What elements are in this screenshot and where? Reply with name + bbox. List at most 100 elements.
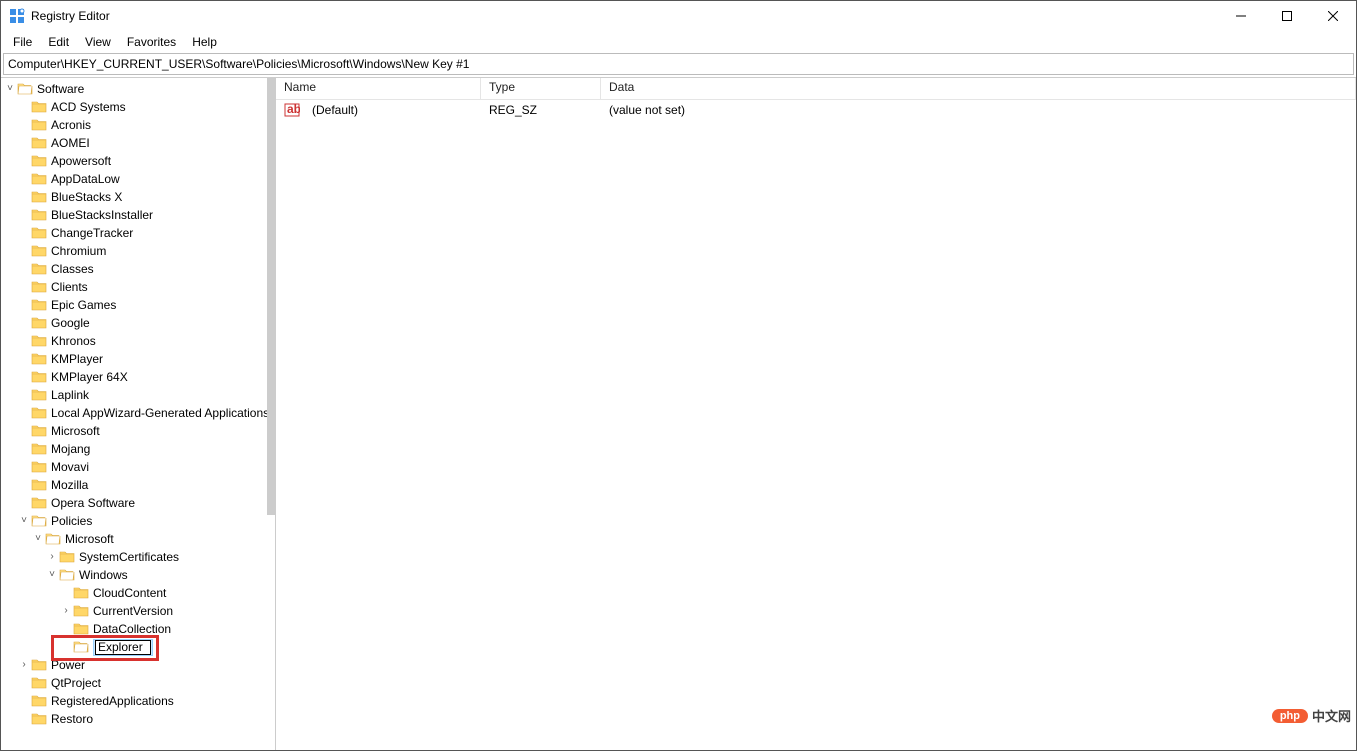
maximize-button[interactable] [1264,1,1310,31]
watermark-text: 中文网 [1312,706,1351,725]
tree-node[interactable]: Acronis [1,116,275,134]
tree-node[interactable]: QtProject [1,674,275,692]
menu-file[interactable]: File [5,33,40,51]
folder-open-icon [45,532,61,546]
tree-label: Restoro [51,712,93,726]
tree-node[interactable]: CloudContent [1,584,275,602]
menu-edit[interactable]: Edit [40,33,77,51]
tree-node[interactable]: AppDataLow [1,170,275,188]
tree-node[interactable]: Khronos [1,332,275,350]
tree-node[interactable]: Restoro [1,710,275,728]
tree-node[interactable]: Movavi [1,458,275,476]
address-bar[interactable]: Computer\HKEY_CURRENT_USER\Software\Poli… [3,53,1354,75]
tree-pane[interactable]: ˅ Software ACD Systems Acronis AOMEI Apo… [1,78,276,750]
tree-node-renaming[interactable] [1,638,275,656]
tree-label: AppDataLow [51,172,120,186]
tree-node[interactable]: Microsoft [1,422,275,440]
tree-label: Software [37,82,84,96]
chevron-right-icon[interactable]: › [45,552,59,562]
tree-node[interactable]: Google [1,314,275,332]
tree-node[interactable]: › SystemCertificates [1,548,275,566]
tree-label: Khronos [51,334,96,348]
tree-label: Clients [51,280,88,294]
titlebar[interactable]: Registry Editor [1,1,1356,31]
col-type[interactable]: Type [481,78,601,99]
tree-node[interactable]: AOMEI [1,134,275,152]
folder-icon [31,694,47,708]
tree-node[interactable]: Chromium [1,242,275,260]
rename-input[interactable] [95,640,151,655]
tree-node[interactable]: ˅ Policies [1,512,275,530]
tree-label: RegisteredApplications [51,694,174,708]
tree-node[interactable]: BlueStacks X [1,188,275,206]
tree-node[interactable]: Apowersoft [1,152,275,170]
app-icon [9,8,25,24]
list-row[interactable]: (Default) REG_SZ (value not set) [276,100,1356,120]
tree-label: Opera Software [51,496,135,510]
tree-node[interactable]: › Power [1,656,275,674]
value-name: (Default) [304,103,481,117]
tree-node[interactable]: Clients [1,278,275,296]
tree-node[interactable]: ˅ Windows [1,566,275,584]
tree-scrollbar[interactable] [267,78,275,515]
tree-node[interactable]: ChangeTracker [1,224,275,242]
tree-node[interactable]: Local AppWizard-Generated Applications [1,404,275,422]
menu-help[interactable]: Help [184,33,225,51]
chevron-right-icon[interactable]: › [17,660,31,670]
tree-node[interactable]: ACD Systems [1,98,275,116]
folder-icon [31,334,47,348]
value-type: REG_SZ [481,103,601,117]
tree-label: CloudContent [93,586,166,600]
folder-icon [31,190,47,204]
col-name[interactable]: Name [276,78,481,99]
folder-icon [31,100,47,114]
folder-open-icon [17,82,33,96]
folder-icon [31,496,47,510]
folder-icon [31,226,47,240]
folder-icon [31,478,47,492]
tree-node[interactable]: BlueStacksInstaller [1,206,275,224]
tree-node[interactable]: Mozilla [1,476,275,494]
chevron-down-icon[interactable]: ˅ [3,84,17,94]
tree-label: Epic Games [51,298,116,312]
close-button[interactable] [1310,1,1356,31]
tree-node[interactable]: KMPlayer [1,350,275,368]
tree-node[interactable]: KMPlayer 64X [1,368,275,386]
tree-node[interactable]: Classes [1,260,275,278]
folder-icon [31,406,47,420]
minimize-button[interactable] [1218,1,1264,31]
tree-node[interactable]: ˅ Microsoft [1,530,275,548]
menu-favorites[interactable]: Favorites [119,33,184,51]
tree-label: Power [51,658,85,672]
tree-node[interactable]: RegisteredApplications [1,692,275,710]
col-data[interactable]: Data [601,78,1356,99]
tree-label: DataCollection [93,622,171,636]
folder-icon [31,442,47,456]
registry-editor-window: Registry Editor File Edit View Favorites… [0,0,1357,751]
tree-node[interactable]: ˅ Software [1,80,275,98]
folder-icon [31,262,47,276]
folder-icon [31,352,47,366]
tree-node[interactable]: Laplink [1,386,275,404]
folder-icon [31,280,47,294]
tree-node[interactable]: DataCollection [1,620,275,638]
tree-node[interactable]: › CurrentVersion [1,602,275,620]
chevron-down-icon[interactable]: ˅ [45,570,59,580]
tree-label: Mojang [51,442,90,456]
window-title: Registry Editor [31,9,110,23]
chevron-right-icon[interactable]: › [59,606,73,616]
folder-icon [31,298,47,312]
tree-label: Policies [51,514,92,528]
tree-node[interactable]: Opera Software [1,494,275,512]
tree-node[interactable]: Mojang [1,440,275,458]
tree-label: Microsoft [51,424,100,438]
menu-view[interactable]: View [77,33,119,51]
folder-icon [31,172,47,186]
chevron-down-icon[interactable]: ˅ [31,534,45,544]
tree-label: Chromium [51,244,106,258]
chevron-down-icon[interactable]: ˅ [17,516,31,526]
list-pane[interactable]: Name Type Data (Default) REG_SZ (value n… [276,78,1356,750]
tree-label: Movavi [51,460,89,474]
tree-node[interactable]: Epic Games [1,296,275,314]
tree-label: Google [51,316,90,330]
